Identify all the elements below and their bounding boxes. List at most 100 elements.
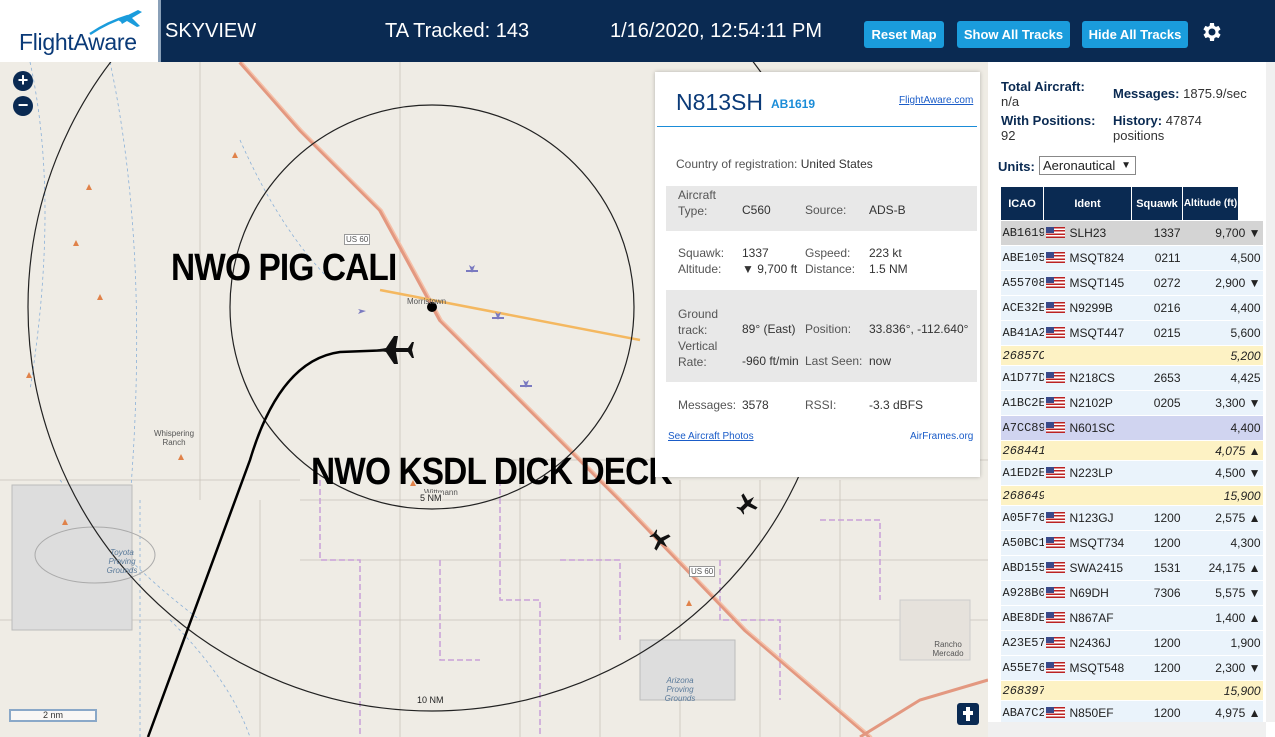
icao-cell: A23E57 <box>1000 630 1044 656</box>
seen-value: now <box>869 354 892 368</box>
ident-cell: MSQT824 <box>1043 245 1132 271</box>
squawk-cell-text: 1531 <box>1153 561 1181 575</box>
units-select[interactable]: Aeronautical ▼ <box>1039 156 1136 175</box>
track-label: Ground track: <box>678 307 719 337</box>
horizontal-scrollbar[interactable] <box>988 722 1266 737</box>
ident-cell: N123GJ <box>1043 505 1132 531</box>
squawk-value: 1337 <box>742 246 769 260</box>
table-row[interactable]: AB1619 SLH23 1337 9,700 ▼ <box>1000 220 1263 246</box>
col-squawk[interactable]: Squawk <box>1131 186 1183 221</box>
squawk-cell-text: 0272 <box>1153 276 1181 290</box>
altitude-cell: 15,900 <box>1182 485 1263 506</box>
flightaware-logo[interactable]: FlightAware <box>0 0 161 62</box>
squawk-cell-text: 0215 <box>1153 326 1181 340</box>
table-row[interactable]: A7CC89 N601SC 4,400 <box>1000 415 1263 441</box>
icao-cell: 26857C <box>1000 345 1044 366</box>
table-row[interactable]: 268441 4,075 ▲ <box>1000 440 1263 461</box>
zoom-out-button[interactable]: − <box>13 96 33 116</box>
vertical-scrollbar[interactable] <box>1266 62 1275 722</box>
place-label: Toyota Proving Grounds <box>106 548 138 575</box>
altitude-cell: 9,700 ▼ <box>1182 220 1263 246</box>
icao-cell: AB1619 <box>1000 220 1044 246</box>
squawk-cell <box>1131 485 1183 506</box>
table-row[interactable]: AB41A2 MSQT447 0215 5,600 <box>1000 320 1263 346</box>
ident-cell: N601SC <box>1043 415 1132 441</box>
squawk-cell <box>1131 345 1183 366</box>
aircraft-sidebar: Total Aircraft: n/a Messages: 1875.9/sec… <box>988 62 1275 737</box>
table-row[interactable]: A55708 MSQT145 0272 2,900 ▼ <box>1000 270 1263 296</box>
ident-cell: SWA2415 <box>1043 555 1132 581</box>
total-aircraft-label: Total Aircraft: <box>1001 79 1085 94</box>
gspeed-value: 223 kt <box>869 246 902 260</box>
see-aircraft-photos-link[interactable]: See Aircraft Photos <box>668 431 754 442</box>
us-flag-icon <box>1045 562 1065 573</box>
icao-cell: AB41A2 <box>1000 320 1044 346</box>
icao-cell-text: 26857C <box>1002 348 1044 363</box>
selected-aircraft-icon[interactable] <box>372 334 414 366</box>
layers-icon <box>963 707 973 721</box>
altitude-cell-text: 4,500 ▼ <box>1215 466 1261 480</box>
icao-cell-text: A05F76 <box>1002 511 1044 525</box>
icao-cell-text: ABD155 <box>1002 561 1044 575</box>
hide-all-tracks-button[interactable]: Hide All Tracks <box>1082 21 1188 48</box>
table-row[interactable]: ABE8DE N867AF 1,400 ▲ <box>1000 605 1263 631</box>
aircraft-icon[interactable] <box>736 493 758 515</box>
flightaware-link[interactable]: FlightAware.com <box>899 95 973 106</box>
altitude-cell-text: 2,900 ▼ <box>1215 276 1261 290</box>
altitude-cell: 24,175 ▲ <box>1182 555 1263 581</box>
ident-cell-text: SLH23 <box>1069 226 1107 240</box>
source-value: ADS-B <box>869 203 906 217</box>
table-row[interactable]: ACE32E N9299B 0216 4,400 <box>1000 295 1263 321</box>
icao-cell: ACE32E <box>1000 295 1044 321</box>
us-flag-icon <box>1045 372 1065 383</box>
altitude-value: ▼ 9,700 ft <box>742 262 798 276</box>
table-row[interactable]: ABE105 MSQT824 0211 4,500 <box>1000 245 1263 271</box>
icao-cell: A1D77D <box>1000 365 1044 391</box>
table-row[interactable]: A55E76 MSQT548 1200 2,300 ▼ <box>1000 655 1263 681</box>
table-row[interactable]: A1BC2E N2102P 0205 3,300 ▼ <box>1000 390 1263 416</box>
logo-text: FlightAware <box>19 29 137 55</box>
col-ident[interactable]: Ident <box>1043 186 1132 221</box>
table-row[interactable]: A23E57 N2436J 1200 1,900 <box>1000 630 1263 656</box>
altitude-cell-text: 2,300 ▼ <box>1215 661 1261 675</box>
icao-cell: 268441 <box>1000 440 1044 461</box>
history-label: History: <box>1113 113 1163 128</box>
col-altitude[interactable]: Altitude (ft) <box>1182 186 1239 221</box>
table-row[interactable]: A1ED2E N223LP 4,500 ▼ <box>1000 460 1263 486</box>
table-row[interactable]: A1D77D N218CS 2653 4,425 <box>1000 365 1263 391</box>
ident-cell-text: N218CS <box>1069 371 1115 385</box>
table-row[interactable]: A928B0 N69DH 7306 5,575 ▼ <box>1000 580 1263 606</box>
table-row[interactable]: ABD155 SWA2415 1531 24,175 ▲ <box>1000 555 1263 581</box>
app-name: SKYVIEW <box>165 20 257 42</box>
highway-shield: US 60 <box>689 566 716 577</box>
altitude-cell: 5,575 ▼ <box>1182 580 1263 606</box>
aircraft-icon[interactable] <box>649 529 671 551</box>
icao-cell: A55E76 <box>1000 655 1044 681</box>
place-label: Arizona Proving Grounds <box>664 676 696 703</box>
overlay-text-pig: NWO PIG CALI <box>171 247 397 289</box>
us-flag-icon <box>1045 512 1065 523</box>
table-row[interactable]: 26857C 5,200 <box>1000 345 1263 366</box>
squawk-cell: 1200 <box>1131 505 1183 531</box>
zoom-in-button[interactable]: + <box>13 71 33 91</box>
gear-icon[interactable] <box>1199 20 1223 44</box>
us-flag-icon <box>1045 467 1065 478</box>
table-row[interactable]: A05F76 N123GJ 1200 2,575 ▲ <box>1000 505 1263 531</box>
reset-map-button[interactable]: Reset Map <box>864 21 944 48</box>
vrate-label: Vertical Rate: <box>678 339 718 369</box>
ident-cell-text: N69DH <box>1069 586 1109 600</box>
position-label: Position: <box>805 322 852 336</box>
squawk-cell-text: 1200 <box>1153 661 1181 675</box>
us-flag-icon <box>1045 587 1065 598</box>
altitude-cell-text: 9,700 ▼ <box>1215 226 1261 240</box>
ident-cell: N218CS <box>1043 365 1132 391</box>
squawk-cell-text: 0205 <box>1153 396 1181 410</box>
airframes-link[interactable]: AirFrames.org <box>910 431 973 442</box>
table-row[interactable]: 268649 15,900 <box>1000 485 1263 506</box>
layer-toggle-button[interactable] <box>957 703 979 725</box>
icao-cell-text: ABA7C2 <box>1002 706 1044 720</box>
show-all-tracks-button[interactable]: Show All Tracks <box>957 21 1070 48</box>
col-icao[interactable]: ICAO <box>1000 186 1044 221</box>
table-row[interactable]: A50BC1 MSQT734 1200 4,300 <box>1000 530 1263 556</box>
table-row[interactable]: 268397 15,900 <box>1000 680 1263 701</box>
